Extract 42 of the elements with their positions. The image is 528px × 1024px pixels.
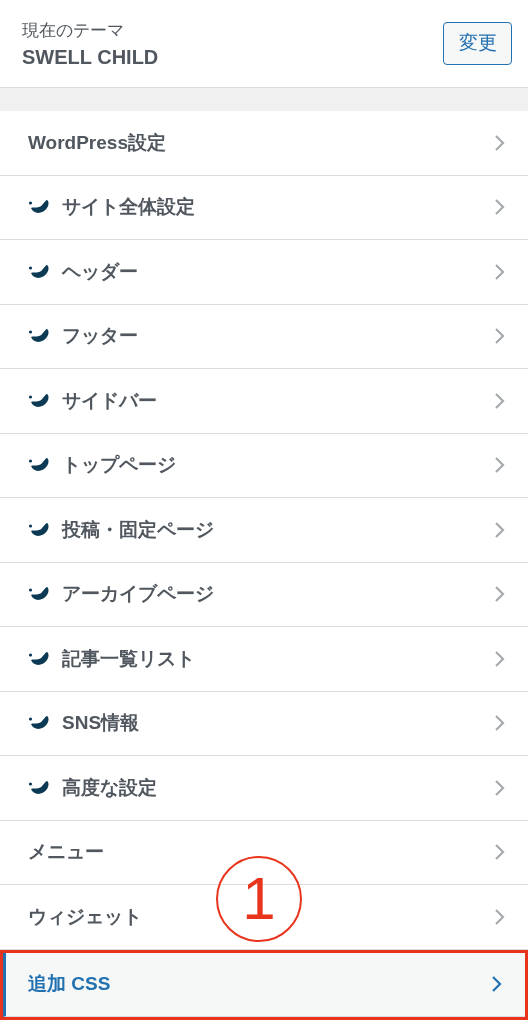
theme-caption: 現在のテーマ (22, 19, 125, 42)
wave-drop-icon (28, 392, 50, 409)
menu-item-label: ヘッダー (62, 259, 139, 284)
menu-item-label: アーカイブページ (62, 582, 215, 606)
wave-drop-icon (28, 521, 50, 538)
wave-drop-icon (28, 328, 50, 345)
change-button[interactable]: 変更 (443, 22, 512, 65)
wave-drop-icon (28, 457, 50, 474)
menu-item-label: 投稿・固定ページ (62, 517, 215, 542)
chevron-right-icon (494, 843, 506, 862)
menu-item-label: メニュー (28, 840, 105, 864)
chevron-right-icon (494, 391, 506, 410)
chevron-right-icon (494, 456, 506, 475)
chevron-right-icon (494, 907, 506, 926)
menu-item-label: SNS情報 (62, 711, 141, 735)
wave-drop-icon (28, 199, 50, 216)
chevron-right-icon (491, 975, 503, 994)
chevron-right-icon (494, 262, 506, 281)
menu-item-label: 高度な設定 (62, 775, 158, 800)
wave-drop-icon (28, 779, 50, 796)
wave-drop-icon (28, 650, 50, 667)
chevron-right-icon (494, 327, 506, 346)
menu-item-label: ウィジェット (28, 904, 143, 929)
menu-item-label: サイドバー (62, 388, 158, 413)
menu-item-label: サイト全体設定 (62, 195, 196, 219)
menu-item-label: フッター (62, 324, 139, 348)
theme-name: SWELL CHILD (22, 44, 159, 70)
menu-item-label: 追加 CSS (28, 972, 112, 996)
chevron-right-icon (494, 778, 506, 797)
chevron-right-icon (494, 520, 506, 539)
menu-item-label: 記事一覧リスト (62, 646, 196, 671)
menu-item-label: トップページ (62, 453, 177, 477)
menu-item[interactable]: 追加 CSS (3, 952, 525, 1017)
chevron-right-icon (494, 133, 506, 152)
chevron-right-icon (494, 585, 506, 604)
wave-drop-icon (28, 263, 50, 280)
chevron-right-icon (494, 198, 506, 217)
chevron-right-icon (494, 649, 506, 668)
menu-item-label: WordPress設定 (28, 130, 167, 155)
wave-drop-icon (28, 715, 50, 732)
chevron-right-icon (494, 714, 506, 733)
wave-drop-icon (28, 586, 50, 603)
